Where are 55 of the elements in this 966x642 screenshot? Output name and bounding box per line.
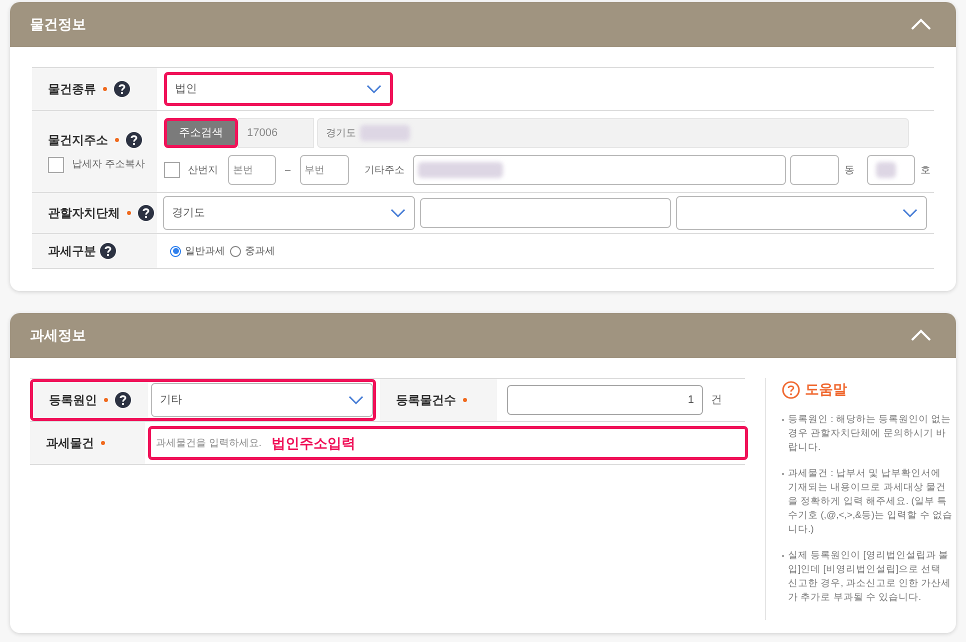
help-text: 등록원인 : 해당하는 등록원인이 없는 경우 관할자치단체에 문의하시기 바랍니다. [788,413,952,455]
tax-object-field[interactable]: 과세물건을 입력하세요. 법인주소입력 [148,426,748,460]
select-dropdown[interactable] [676,196,927,230]
field-label: 과세구분 [48,243,96,260]
field-label: 등록물건수 [396,392,456,409]
section-title: 물건정보 [30,15,86,34]
radio-label: 일반과세 [185,244,225,258]
field-label: 물건종류 [48,81,96,98]
chevron-up-icon [910,18,932,31]
separator-text: – [284,164,292,178]
unit-label: 건 [711,392,722,408]
main-number-field[interactable]: 본번 [228,155,276,185]
chevron-down-icon [902,208,918,218]
select-dropdown[interactable]: 기타 [151,383,373,417]
help-icon [782,380,800,398]
radio-button[interactable] [230,246,241,256]
unit-label: 동 [844,164,855,178]
help-icon[interactable] [100,243,116,259]
chevron-down-icon [366,84,382,94]
postal-code-field: 17006 [238,118,314,148]
help-text: 과세물건 : 납부서 및 납부확인서에 기재되는 내용이므로 과세대상 물건을 정확하게 입력 해주세요. (일부 특수기호 (,@,<,>,&등)는 입력할 수 없습니다.) [788,467,953,537]
checkbox[interactable] [48,156,64,172]
select-dropdown[interactable]: 경기도 [163,196,415,230]
select-dropdown[interactable]: 법인 [164,72,393,106]
field-label: 물건지주소 [48,132,108,148]
count-field[interactable]: 1 [507,385,703,415]
help-icon[interactable] [115,392,131,408]
help-icon[interactable] [138,205,154,221]
text-field[interactable] [420,198,671,228]
checkbox[interactable] [164,162,180,178]
checkbox-label: 산번지 [188,164,218,178]
section-title: 과세정보 [30,326,86,345]
unit-label: 호 [920,164,931,178]
dong-field[interactable] [790,155,839,185]
checkbox-label: 납세자 주소복사 [72,158,145,172]
ho-field[interactable] [866,155,915,185]
other-address-field[interactable] [412,155,786,185]
radio-label: 중과세 [245,244,275,258]
field-label: 관할자치단체 [48,205,120,222]
help-text: 실제 등록원인이 [영리법인설립과 불입]인데 [비영리법인설립]으로 선택 신고한 경우, 과소신고로 인한 가산세가 추가로 부과될 수 있습니다. [788,549,952,605]
chevron-down-icon [348,395,364,405]
annotation-text: 법인주소입력 [272,434,356,452]
radio-button[interactable] [170,246,181,256]
help-icon[interactable] [126,132,142,148]
help-title: 도움말 [805,380,847,399]
field-label: 등록원인 [49,392,97,409]
field-label: 과세물건 [46,435,94,452]
chevron-up-icon [910,329,932,342]
address-field: 경기도 [317,118,909,148]
address-search-button[interactable]: 주소검색 [164,118,238,148]
other-address-label: 기타주소 [364,164,406,178]
help-icon[interactable] [114,81,130,97]
placeholder-text: 과세물건을 입력하세요. [156,436,262,450]
sub-number-field[interactable]: 부번 [300,155,349,185]
chevron-down-icon [390,208,406,218]
